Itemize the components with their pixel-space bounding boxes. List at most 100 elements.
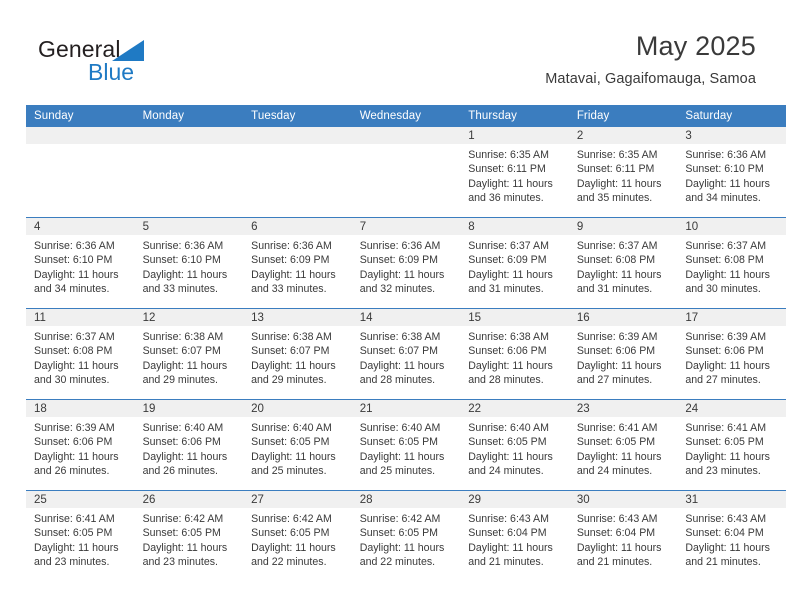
day-detail-line: Daylight: 11 hours bbox=[468, 268, 553, 281]
page-subtitle: Matavai, Gagaifomauga, Samoa bbox=[545, 70, 756, 87]
day-detail-line: Sunset: 6:11 PM bbox=[468, 163, 546, 176]
day-detail-line: Sunrise: 6:36 AM bbox=[34, 240, 115, 252]
weekday-header-thursday: Thursday bbox=[460, 105, 569, 127]
calendar-day-cell[interactable]: 31 Sunrise: 6:43 AM Sunset: 6:04 PM Dayligh… bbox=[677, 490, 786, 581]
day-detail-line: Sunset: 6:07 PM bbox=[251, 345, 330, 358]
day-number: 17 bbox=[677, 309, 786, 326]
day-details: Sunrise: 6:35 AM Sunset: 6:11 PM Daylight:… bbox=[460, 144, 569, 206]
day-number bbox=[134, 127, 244, 144]
calendar-day-cell[interactable]: 10 Sunrise: 6:37 AM Sunset: 6:08 PM Dayligh… bbox=[677, 217, 786, 309]
calendar-day-cell[interactable]: 9 Sunrise: 6:37 AM Sunset: 6:08 PM Daylight… bbox=[568, 217, 678, 309]
day-number: 8 bbox=[460, 218, 569, 235]
calendar-day-cell[interactable]: 22 Sunrise: 6:40 AM Sunset: 6:05 PM Dayligh… bbox=[460, 399, 569, 491]
calendar-day-cell[interactable]: 6 Sunrise: 6:36 AM Sunset: 6:09 PM Daylight… bbox=[243, 217, 352, 309]
day-details: Sunrise: 6:40 AM Sunset: 6:05 PM Daylight:… bbox=[243, 417, 352, 479]
day-detail-line: Sunset: 6:08 PM bbox=[576, 254, 656, 267]
day-detail-line: Sunrise: 6:35 AM bbox=[576, 149, 658, 161]
calendar-day-cell[interactable]: 15 Sunrise: 6:38 AM Sunset: 6:06 PM Dayligh… bbox=[460, 308, 569, 400]
day-detail-line: Sunset: 6:08 PM bbox=[685, 254, 764, 267]
day-detail-line: Daylight: 11 hours bbox=[685, 541, 770, 554]
calendar-day-cell[interactable]: 25 Sunrise: 6:41 AM Sunset: 6:05 PM Dayligh… bbox=[26, 490, 135, 581]
day-detail-line: and 27 minutes. bbox=[685, 374, 761, 387]
calendar-body: 1 Sunrise: 6:35 AM Sunset: 6:11 PM Daylight… bbox=[26, 127, 786, 581]
calendar-day-cell[interactable]: 12 Sunrise: 6:38 AM Sunset: 6:07 PM Dayligh… bbox=[134, 308, 244, 400]
calendar-day-cell[interactable]: 5 Sunrise: 6:36 AM Sunset: 6:10 PM Daylight… bbox=[134, 217, 244, 309]
calendar-week-row: 11 Sunrise: 6:37 AM Sunset: 6:08 PM Dayligh… bbox=[26, 308, 786, 400]
weekday-header-row: Sunday Monday Tuesday Wednesday Thursday Frid… bbox=[26, 105, 786, 127]
day-cell-inner: 11 Sunrise: 6:37 AM Sunset: 6:08 PM Dayligh… bbox=[26, 309, 135, 399]
day-details: Sunrise: 6:41 AM Sunset: 6:05 PM Daylight:… bbox=[569, 417, 678, 479]
calendar-day-cell[interactable]: 23 Sunrise: 6:41 AM Sunset: 6:05 PM Dayligh… bbox=[568, 399, 678, 491]
calendar-day-cell[interactable]: 3 Sunrise: 6:36 AM Sunset: 6:10 PM Daylight… bbox=[677, 127, 786, 218]
calendar-day-cell[interactable]: 30 Sunrise: 6:43 AM Sunset: 6:04 PM Dayligh… bbox=[568, 490, 678, 581]
day-detail-line: Sunrise: 6:36 AM bbox=[251, 240, 332, 252]
calendar-day-cell[interactable]: 20 Sunrise: 6:40 AM Sunset: 6:05 PM Dayligh… bbox=[243, 399, 352, 491]
calendar-day-cell[interactable]: 17 Sunrise: 6:39 AM Sunset: 6:06 PM Dayligh… bbox=[677, 308, 786, 400]
calendar-day-cell[interactable]: 1 Sunrise: 6:35 AM Sunset: 6:11 PM Daylight… bbox=[460, 127, 569, 218]
day-number bbox=[243, 127, 352, 144]
day-details: Sunrise: 6:41 AM Sunset: 6:05 PM Daylight:… bbox=[677, 417, 786, 479]
day-detail-line: Sunset: 6:06 PM bbox=[142, 436, 221, 449]
day-detail-line: and 36 minutes. bbox=[468, 192, 544, 205]
day-number: 1 bbox=[460, 127, 569, 144]
calendar-day-cell[interactable]: 11 Sunrise: 6:37 AM Sunset: 6:08 PM Dayligh… bbox=[26, 308, 135, 400]
day-cell-inner: 3 Sunrise: 6:36 AM Sunset: 6:10 PM Daylight… bbox=[677, 127, 786, 217]
title-block: May 2025 Matavai, Gagaifomauga, Samoa bbox=[545, 31, 756, 87]
day-detail-line: Sunset: 6:08 PM bbox=[34, 345, 113, 358]
day-detail-line: Sunrise: 6:39 AM bbox=[34, 422, 115, 434]
calendar-day-cell[interactable]: 7 Sunrise: 6:36 AM Sunset: 6:09 PM Daylight… bbox=[351, 217, 461, 309]
day-number: 18 bbox=[26, 400, 135, 417]
day-detail-line: Sunrise: 6:40 AM bbox=[468, 422, 549, 434]
day-detail-line: Daylight: 11 hours bbox=[34, 359, 119, 372]
calendar-day-cell[interactable]: 16 Sunrise: 6:39 AM Sunset: 6:06 PM Dayligh… bbox=[568, 308, 678, 400]
brand-logo[interactable]: General Blue bbox=[38, 36, 238, 90]
calendar-day-cell[interactable]: 13 Sunrise: 6:38 AM Sunset: 6:07 PM Dayligh… bbox=[243, 308, 352, 400]
day-details: Sunrise: 6:36 AM Sunset: 6:09 PM Daylight:… bbox=[352, 235, 461, 297]
day-detail-line: and 25 minutes. bbox=[251, 465, 327, 478]
day-number: 9 bbox=[568, 218, 678, 235]
day-number: 4 bbox=[26, 218, 135, 235]
calendar-day-cell[interactable]: 24 Sunrise: 6:41 AM Sunset: 6:05 PM Dayligh… bbox=[677, 399, 786, 491]
day-number: 5 bbox=[134, 218, 244, 235]
day-detail-line: and 26 minutes. bbox=[142, 465, 218, 478]
calendar-day-cell[interactable]: 18 Sunrise: 6:39 AM Sunset: 6:06 PM Dayligh… bbox=[26, 399, 135, 491]
day-detail-line: and 25 minutes. bbox=[359, 465, 436, 478]
day-detail-line: Daylight: 11 hours bbox=[251, 359, 336, 372]
day-cell-inner: 9 Sunrise: 6:37 AM Sunset: 6:08 PM Daylight… bbox=[568, 218, 678, 308]
day-number: 23 bbox=[568, 400, 678, 417]
weekday-header-sunday: Sunday bbox=[26, 105, 135, 127]
calendar-day-cell[interactable]: 27 Sunrise: 6:42 AM Sunset: 6:05 PM Dayligh… bbox=[243, 490, 352, 581]
calendar-day-cell[interactable]: 8 Sunrise: 6:37 AM Sunset: 6:09 PM Daylight… bbox=[460, 217, 569, 309]
calendar-day-cell[interactable]: 21 Sunrise: 6:40 AM Sunset: 6:05 PM Dayligh… bbox=[351, 399, 461, 491]
day-detail-line: Sunset: 6:04 PM bbox=[576, 527, 656, 540]
calendar-day-cell[interactable]: 26 Sunrise: 6:42 AM Sunset: 6:05 PM Dayligh… bbox=[134, 490, 244, 581]
day-detail-line: Sunrise: 6:38 AM bbox=[142, 331, 224, 343]
day-detail-line: Daylight: 11 hours bbox=[576, 541, 662, 554]
day-detail-line: Sunrise: 6:42 AM bbox=[251, 513, 332, 525]
day-number: 20 bbox=[243, 400, 352, 417]
day-number: 14 bbox=[351, 309, 461, 326]
day-detail-line: Sunrise: 6:43 AM bbox=[468, 513, 549, 525]
day-details: Sunrise: 6:43 AM Sunset: 6:04 PM Daylight:… bbox=[569, 508, 678, 570]
calendar-week-row: 25 Sunrise: 6:41 AM Sunset: 6:05 PM Dayligh… bbox=[26, 490, 786, 581]
calendar-day-cell[interactable]: 4 Sunrise: 6:36 AM Sunset: 6:10 PM Daylight… bbox=[26, 217, 135, 309]
day-details bbox=[135, 144, 244, 148]
day-detail-line: and 27 minutes. bbox=[576, 374, 653, 387]
calendar-day-cell-empty bbox=[26, 127, 135, 218]
day-detail-line: Sunset: 6:06 PM bbox=[685, 345, 764, 358]
brand-name-bottom: Blue bbox=[88, 59, 135, 85]
weekday-header-wednesday: Wednesday bbox=[351, 105, 461, 127]
day-details: Sunrise: 6:43 AM Sunset: 6:04 PM Daylight:… bbox=[460, 508, 569, 570]
calendar-day-cell[interactable]: 2 Sunrise: 6:35 AM Sunset: 6:11 PM Daylight… bbox=[568, 127, 678, 218]
calendar-day-cell[interactable]: 14 Sunrise: 6:38 AM Sunset: 6:07 PM Dayligh… bbox=[351, 308, 461, 400]
day-cell-inner: 1 Sunrise: 6:35 AM Sunset: 6:11 PM Daylight… bbox=[460, 127, 569, 217]
day-detail-line: and 34 minutes. bbox=[685, 192, 761, 205]
calendar-day-cell[interactable]: 28 Sunrise: 6:42 AM Sunset: 6:05 PM Dayligh… bbox=[351, 490, 461, 581]
day-number: 19 bbox=[134, 400, 244, 417]
calendar-day-cell[interactable]: 19 Sunrise: 6:40 AM Sunset: 6:06 PM Dayligh… bbox=[134, 399, 244, 491]
day-detail-line: Sunrise: 6:37 AM bbox=[685, 240, 767, 252]
day-details: Sunrise: 6:39 AM Sunset: 6:06 PM Daylight:… bbox=[26, 417, 135, 479]
calendar-day-cell[interactable]: 29 Sunrise: 6:43 AM Sunset: 6:04 PM Dayligh… bbox=[460, 490, 569, 581]
calendar-header-row: Sunday Monday Tuesday Wednesday Thursday Frid… bbox=[26, 105, 786, 127]
day-detail-line: Daylight: 11 hours bbox=[468, 359, 553, 372]
